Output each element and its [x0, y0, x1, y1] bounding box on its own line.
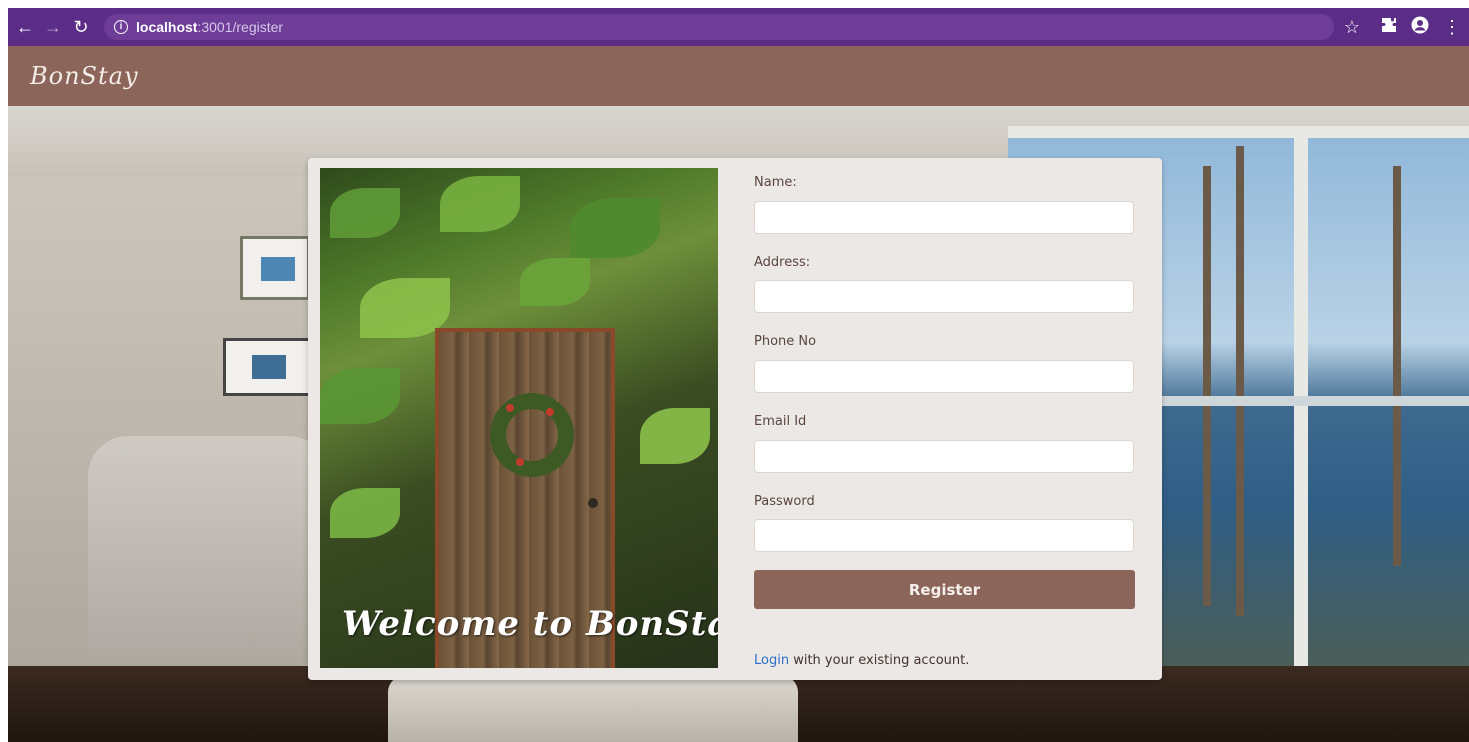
star-icon[interactable]: ☆ — [1337, 12, 1367, 42]
leaf — [330, 488, 400, 538]
palm-tree — [1393, 166, 1401, 566]
url-path: :3001/register — [197, 19, 284, 35]
login-prompt: Login with your existing account. — [754, 653, 969, 668]
wreath — [490, 393, 574, 477]
welcome-text: Welcome to BonStay — [342, 604, 718, 644]
toolbar-icons: ☆ ⋮ — [1337, 12, 1469, 42]
arrow-left-icon[interactable]: ← — [14, 16, 36, 38]
address-label: Address: — [754, 255, 811, 270]
app-header: BonStay — [8, 46, 1469, 106]
login-suffix: with your existing account. — [789, 653, 970, 668]
wreath-flower — [516, 458, 524, 466]
leaf — [440, 176, 520, 232]
wreath-flower — [546, 408, 554, 416]
leaf — [330, 188, 400, 238]
wall-picture — [223, 338, 311, 396]
window-frame — [1008, 126, 1469, 138]
ottoman — [388, 676, 798, 742]
wreath-flower — [506, 404, 514, 412]
door-knob — [588, 498, 598, 508]
url-host: localhost — [136, 19, 198, 35]
leaf — [520, 258, 590, 306]
brand-logo[interactable]: BonStay — [30, 62, 139, 90]
leaf — [640, 408, 710, 464]
leaf — [570, 198, 660, 258]
arrow-right-icon[interactable]: → — [42, 16, 64, 38]
leaf — [320, 368, 400, 424]
password-label: Password — [754, 494, 815, 509]
info-icon[interactable]: i — [114, 20, 128, 34]
register-button[interactable]: Register — [754, 570, 1135, 609]
login-link[interactable]: Login — [754, 653, 789, 668]
palm-tree — [1203, 166, 1211, 606]
wall-picture — [240, 236, 310, 300]
phone-input[interactable] — [754, 360, 1134, 393]
menu-icon[interactable]: ⋮ — [1443, 17, 1461, 38]
email-label: Email Id — [754, 414, 807, 429]
browser-toolbar: ← → ↻ i localhost :3001/register ☆ ⋮ — [8, 8, 1469, 46]
address-input[interactable] — [754, 280, 1134, 313]
name-label: Name: — [754, 175, 797, 190]
password-input[interactable] — [754, 519, 1134, 552]
welcome-image: Welcome to BonStay — [320, 168, 718, 668]
email-input[interactable] — [754, 440, 1134, 473]
address-bar[interactable]: i localhost :3001/register — [104, 14, 1334, 40]
reload-icon[interactable]: ↻ — [70, 16, 92, 38]
register-card: Welcome to BonStay Name: Address: Phone … — [308, 158, 1162, 680]
palm-tree — [1236, 146, 1244, 616]
name-input[interactable] — [754, 201, 1134, 234]
profile-icon[interactable] — [1411, 16, 1429, 39]
phone-label: Phone No — [754, 334, 817, 349]
extension-icon[interactable] — [1381, 17, 1397, 38]
